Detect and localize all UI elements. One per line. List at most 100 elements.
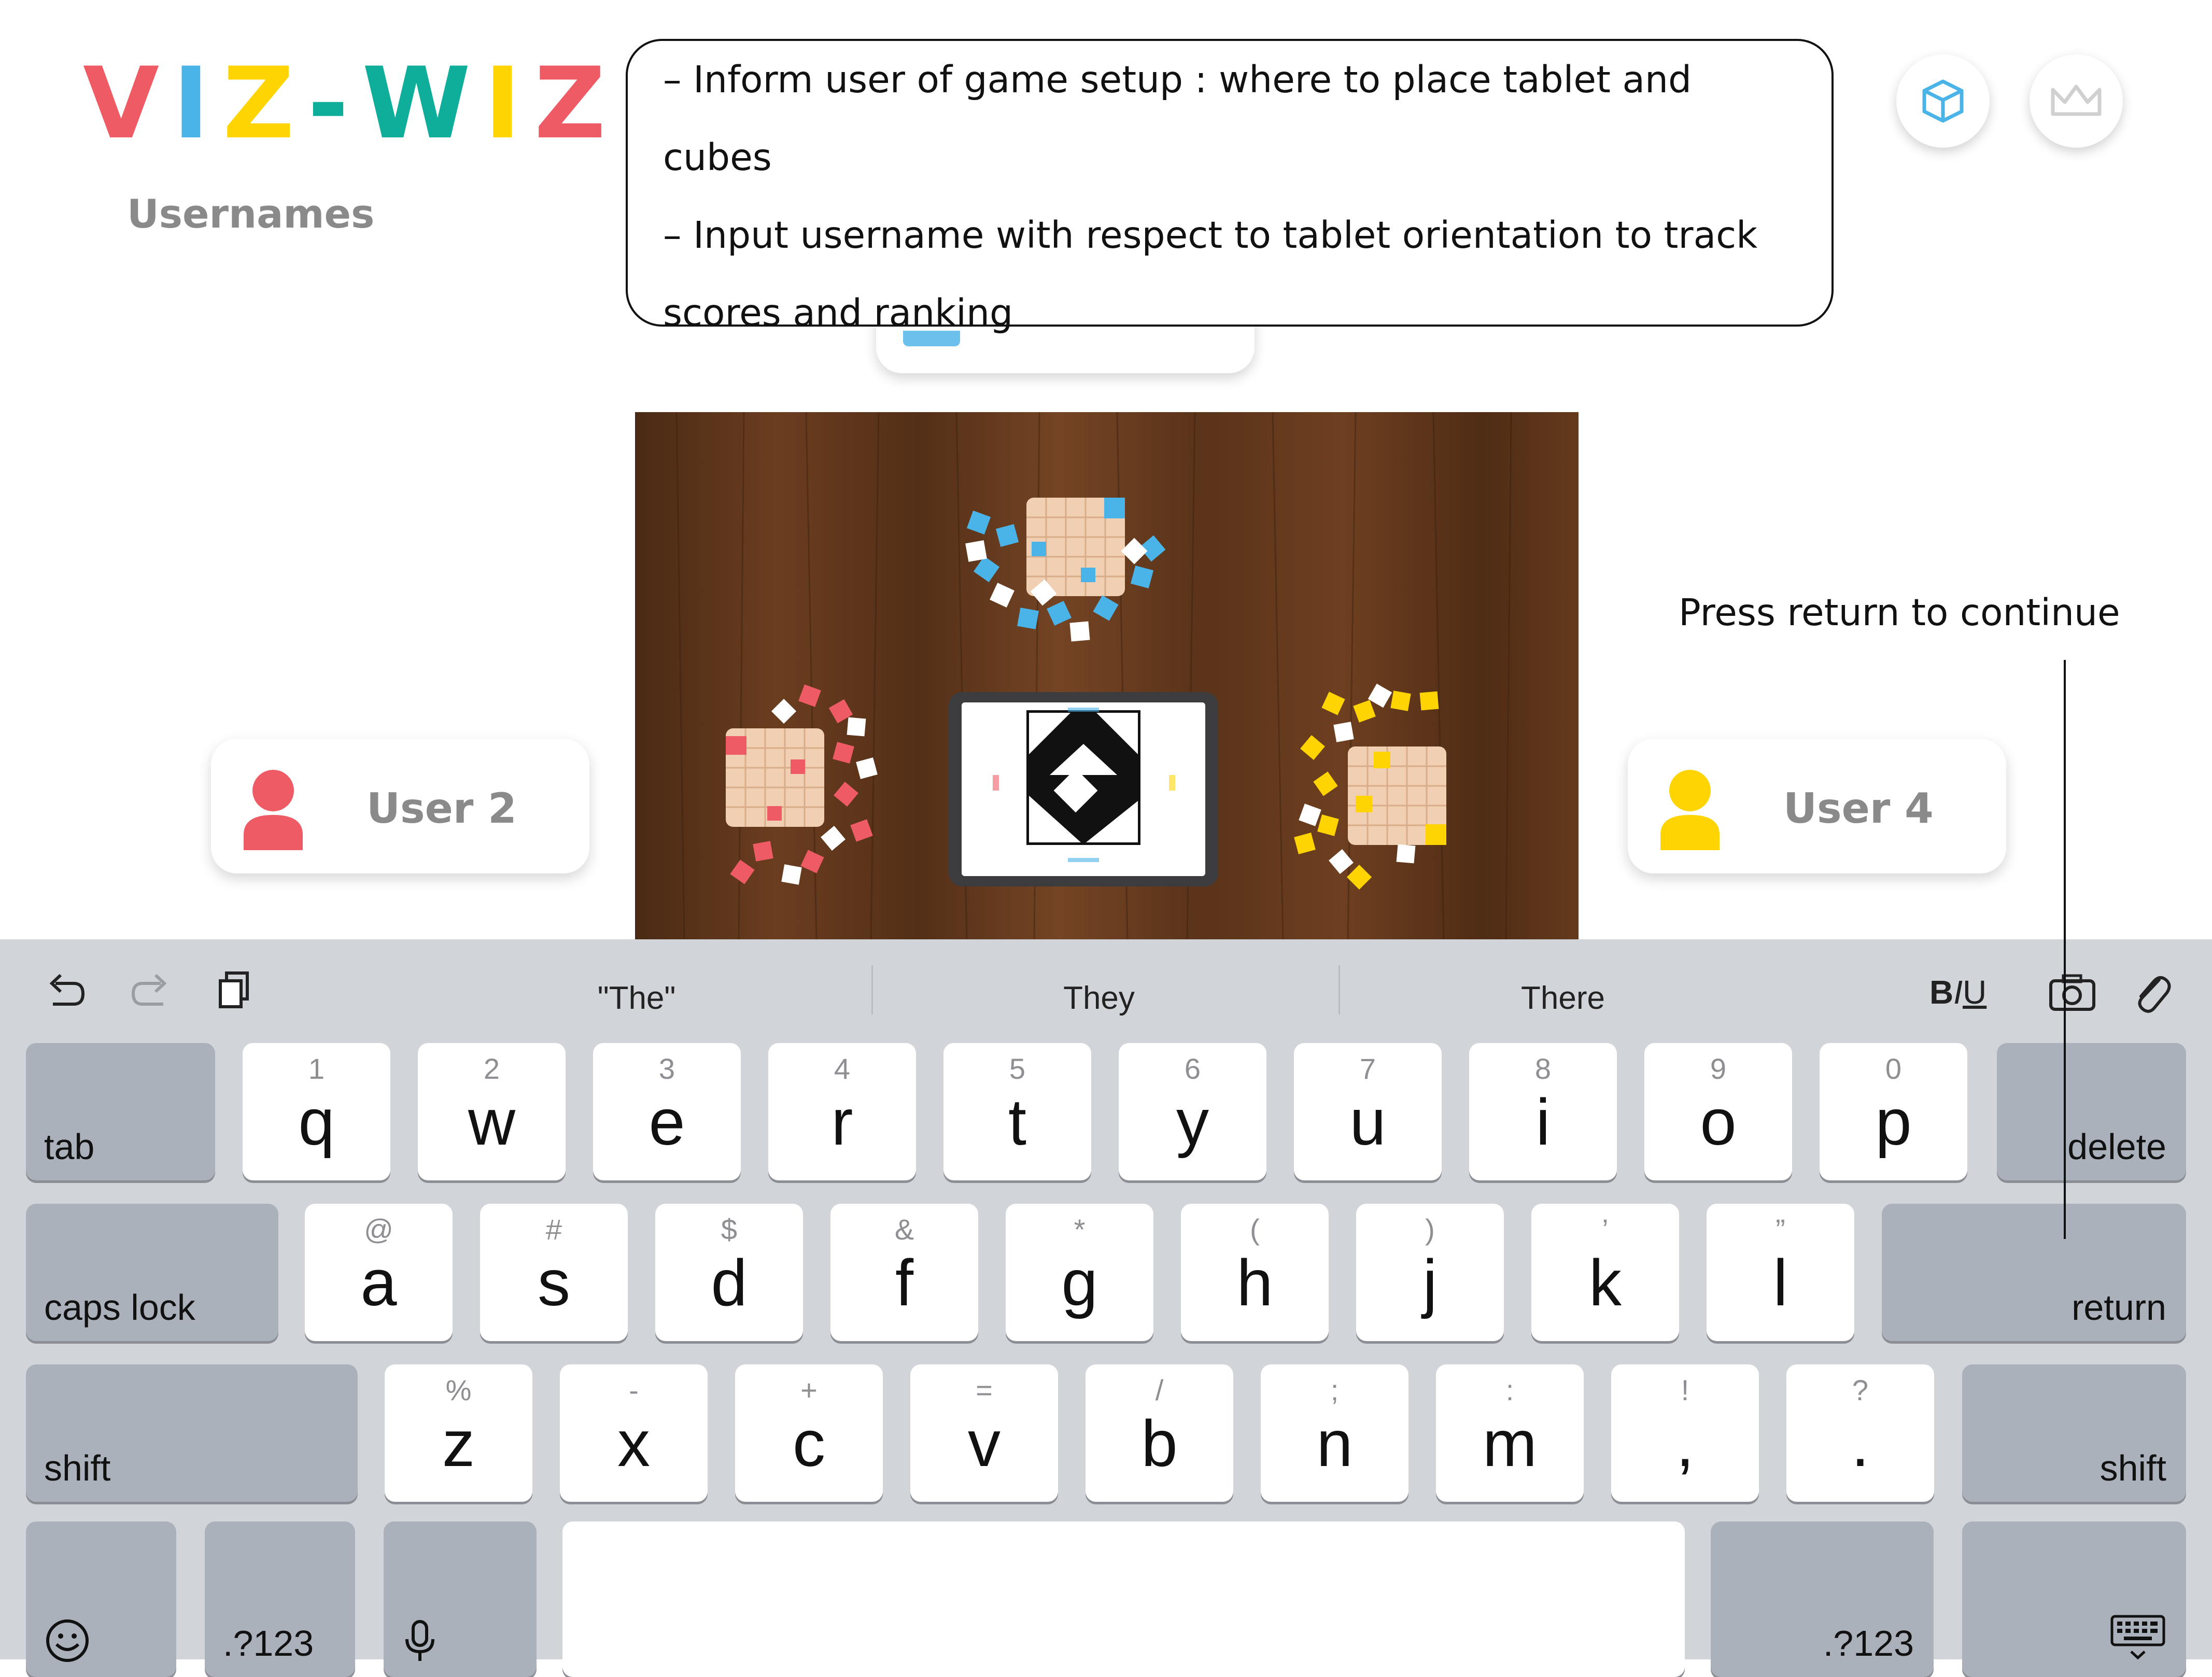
- key-primary: u: [1349, 1086, 1386, 1159]
- annotation-line: cubes: [663, 136, 772, 179]
- key-secondary: ;: [1330, 1374, 1339, 1406]
- key-l[interactable]: ” l: [1707, 1204, 1854, 1341]
- key-period[interactable]: ?.: [1786, 1364, 1934, 1502]
- key-n[interactable]: ; n: [1261, 1364, 1408, 1502]
- key-secondary: :: [1505, 1374, 1514, 1406]
- emoji-icon: [46, 1619, 89, 1662]
- key-m[interactable]: :m: [1436, 1364, 1584, 1502]
- app-logo: VIZ-WIZ: [83, 54, 619, 153]
- key-primary: h: [1236, 1246, 1273, 1319]
- key-i[interactable]: 8i: [1469, 1043, 1617, 1180]
- key-label: delete: [2067, 1126, 2166, 1167]
- annotation-line: – Inform user of game setup : where to p…: [663, 58, 1692, 101]
- key-x[interactable]: -x: [560, 1364, 708, 1502]
- user-card-right[interactable]: User 4: [1628, 739, 2006, 873]
- key-h[interactable]: (h: [1181, 1204, 1329, 1341]
- key-secondary: 1: [308, 1052, 325, 1085]
- shift-key[interactable]: shift: [26, 1364, 358, 1502]
- keyboard-toolbar: "The" They There BIU: [0, 939, 2212, 1043]
- key-primary: z: [442, 1407, 475, 1480]
- key-g[interactable]: * g: [1006, 1204, 1153, 1341]
- key-primary: s: [538, 1246, 570, 1319]
- key-primary: g: [1061, 1246, 1098, 1319]
- microphone-icon: [405, 1620, 434, 1661]
- emoji-key[interactable]: [26, 1521, 176, 1677]
- key-secondary: =: [976, 1374, 993, 1406]
- key-r[interactable]: 4r: [768, 1043, 916, 1180]
- caps-lock-key[interactable]: caps lock: [26, 1204, 278, 1341]
- on-screen-keyboard: "The" They There BIU tab 1 q 2 w 3 e 4 r 5 t 6 y 7 u 8 i…: [0, 939, 2212, 1677]
- suggestion-3[interactable]: There: [1382, 980, 1744, 1017]
- key-primary: .: [1851, 1407, 1869, 1480]
- key-a[interactable]: @ a: [305, 1204, 453, 1341]
- key-comma[interactable]: !,: [1611, 1364, 1759, 1502]
- key-secondary: @: [364, 1213, 393, 1246]
- key-primary: d: [711, 1246, 748, 1319]
- key-t[interactable]: 5t: [943, 1043, 1091, 1180]
- key-primary: o: [1700, 1086, 1737, 1159]
- suggestion-2[interactable]: They: [918, 980, 1280, 1017]
- key-w[interactable]: 2w: [418, 1043, 566, 1180]
- key-secondary: /: [1155, 1374, 1164, 1406]
- key-label: caps lock: [44, 1287, 195, 1328]
- key-primary: v: [968, 1407, 1001, 1480]
- key-f[interactable]: & f: [830, 1204, 978, 1341]
- suggestion-1[interactable]: "The": [455, 980, 818, 1017]
- key-primary: c: [793, 1407, 825, 1480]
- user-avatar-icon: [1660, 770, 1720, 850]
- key-q[interactable]: 1q: [243, 1043, 390, 1180]
- return-key[interactable]: return: [1882, 1204, 2186, 1341]
- key-secondary: *: [1074, 1213, 1086, 1246]
- key-y[interactable]: 6y: [1119, 1043, 1266, 1180]
- key-v[interactable]: = v: [910, 1364, 1058, 1502]
- key-secondary: 4: [834, 1052, 851, 1085]
- key-secondary: 8: [1534, 1052, 1552, 1085]
- attachment-icon[interactable]: [2131, 969, 2172, 1016]
- key-c[interactable]: + c: [735, 1364, 883, 1502]
- format-button[interactable]: BIU: [1929, 973, 1986, 1011]
- delete-key[interactable]: delete: [1997, 1043, 2186, 1180]
- setup-photo: [635, 412, 1579, 941]
- space-bar[interactable]: [562, 1521, 1685, 1677]
- key-secondary: !: [1681, 1374, 1689, 1406]
- key-primary: x: [617, 1407, 650, 1480]
- key-primary: p: [1875, 1086, 1912, 1159]
- key-label: .?123: [223, 1623, 314, 1664]
- camera-icon[interactable]: [2048, 971, 2097, 1013]
- key-z[interactable]: % z: [385, 1364, 532, 1502]
- key-e[interactable]: 3e: [593, 1043, 741, 1180]
- leaderboard-button[interactable]: [2030, 54, 2123, 148]
- continue-hint: Press return to continue: [1679, 591, 2120, 634]
- redo-icon[interactable]: [127, 968, 174, 1014]
- numbers-key-right[interactable]: .?123: [1711, 1521, 1934, 1677]
- key-secondary: #: [545, 1213, 562, 1246]
- dictation-key[interactable]: [384, 1521, 537, 1677]
- key-p[interactable]: 0p: [1820, 1043, 1967, 1180]
- key-b[interactable]: / b: [1086, 1364, 1233, 1502]
- key-k[interactable]: ’ k: [1531, 1204, 1679, 1341]
- key-o[interactable]: 9o: [1644, 1043, 1792, 1180]
- user-card-left[interactable]: User 2: [211, 739, 589, 873]
- dismiss-keyboard-key[interactable]: [1962, 1521, 2186, 1677]
- key-secondary: ?: [1852, 1374, 1869, 1406]
- logo-letter: -: [307, 46, 362, 161]
- cube-icon: [1922, 79, 1964, 123]
- numbers-key-left[interactable]: .?123: [205, 1521, 355, 1677]
- tab-key[interactable]: tab: [26, 1043, 215, 1180]
- key-primary: ,: [1675, 1407, 1694, 1480]
- key-secondary: 3: [658, 1052, 675, 1085]
- key-d[interactable]: $ d: [655, 1204, 803, 1341]
- crown-icon: [2051, 84, 2102, 116]
- key-primary: q: [298, 1086, 335, 1159]
- key-secondary: 0: [1885, 1052, 1902, 1085]
- paste-icon[interactable]: [215, 968, 257, 1014]
- key-j[interactable]: ) j: [1356, 1204, 1504, 1341]
- cube-button[interactable]: [1896, 54, 1990, 148]
- key-u[interactable]: 7u: [1294, 1043, 1442, 1180]
- annotation-box: – Inform user of game setup : where to p…: [626, 39, 1834, 334]
- shift-key[interactable]: shift: [1962, 1364, 2186, 1502]
- key-s[interactable]: # s: [480, 1204, 628, 1341]
- key-secondary: 6: [1184, 1052, 1201, 1085]
- key-primary: y: [1176, 1086, 1209, 1159]
- undo-icon[interactable]: [43, 968, 89, 1014]
